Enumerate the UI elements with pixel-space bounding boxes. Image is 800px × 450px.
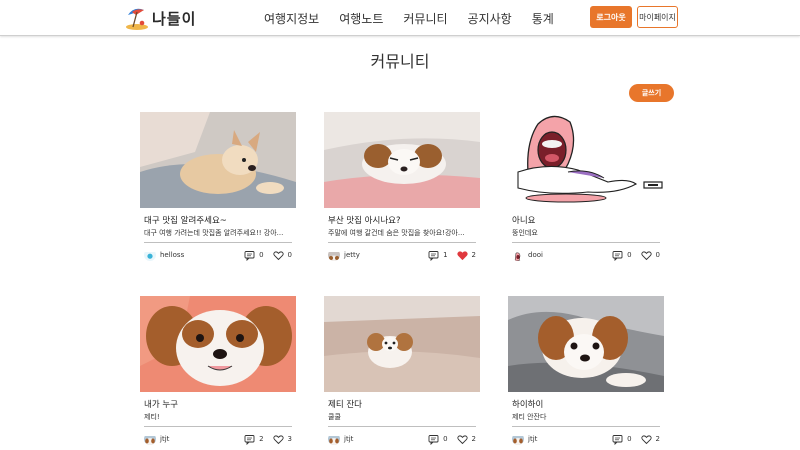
post-card[interactable]: 내가 누구 제티! jtjt 2 3 <box>140 296 296 448</box>
heart-icon[interactable] <box>640 250 652 261</box>
heart-icon[interactable] <box>640 434 652 445</box>
post-stats: 0 2 <box>428 432 476 446</box>
comment-count: 2 <box>259 435 264 443</box>
like-count: 3 <box>287 435 292 443</box>
user-avatar <box>328 249 340 261</box>
card-divider <box>328 426 476 427</box>
post-excerpt: 제티 안잔다 <box>512 413 547 421</box>
like-count: 2 <box>655 435 660 443</box>
post-thumbnail[interactable] <box>508 296 664 392</box>
post-thumbnail[interactable] <box>324 296 480 392</box>
post-card[interactable]: 아니요 뚱인데요 dooi 0 0 <box>508 112 664 264</box>
user-avatar <box>512 433 524 445</box>
like-count: 0 <box>287 251 292 259</box>
post-card[interactable]: 하이하이 제티 안잔다 jtjt 0 2 <box>508 296 664 448</box>
comment-count: 0 <box>627 251 632 259</box>
post-title[interactable]: 대구 맛집 알려주세요~ <box>144 214 227 226</box>
post-card[interactable]: 제티 잔다 쿨쿨 jtjt 0 2 <box>324 296 480 448</box>
site-logo[interactable]: 나들이 <box>124 4 196 32</box>
post-stats: 0 0 <box>612 248 660 262</box>
heart-icon[interactable] <box>272 250 284 261</box>
post-stats: 1 2 <box>428 248 476 262</box>
card-divider <box>328 242 476 243</box>
post-thumbnail[interactable] <box>324 112 480 208</box>
comment-count: 0 <box>443 435 448 443</box>
like-count: 2 <box>471 435 476 443</box>
author-name: jetty <box>344 251 360 259</box>
author-name: jtjt <box>344 435 354 443</box>
nav-item-notices[interactable]: 공지사항 <box>468 10 512 27</box>
author-name: jtjt <box>528 435 538 443</box>
card-divider <box>512 242 660 243</box>
post-author[interactable]: jtjt <box>144 432 169 446</box>
user-avatar <box>512 249 524 261</box>
heart-icon[interactable] <box>456 434 468 445</box>
page-title: 커뮤니티 <box>370 52 430 71</box>
post-excerpt: 쿨쿨 <box>328 413 341 421</box>
author-name: jtjt <box>160 435 170 443</box>
user-avatar <box>144 433 156 445</box>
post-author[interactable]: jtjt <box>512 432 537 446</box>
user-avatar <box>328 433 340 445</box>
post-author[interactable]: helloss <box>144 248 184 262</box>
comment-count: 0 <box>259 251 264 259</box>
comment-icon[interactable] <box>612 250 623 261</box>
post-excerpt: 대구 여행 가려는데 맛집좀 알려주세요!! 강아... <box>144 229 284 237</box>
comment-icon[interactable] <box>428 250 439 261</box>
post-excerpt: 뚱인데요 <box>512 229 538 237</box>
post-title[interactable]: 하이하이 <box>512 398 543 410</box>
comment-icon[interactable] <box>428 434 439 445</box>
nav-item-community[interactable]: 커뮤니티 <box>403 10 447 27</box>
write-post-button[interactable]: 글쓰기 <box>629 84 674 102</box>
heart-filled-icon[interactable] <box>456 250 468 261</box>
post-excerpt: 주말에 여행 갈건데 숨은 맛집을 찾아요!강아... <box>328 229 465 237</box>
post-author[interactable]: jetty <box>328 248 360 262</box>
post-title[interactable]: 부산 맛집 아시나요? <box>328 214 400 226</box>
post-stats: 2 3 <box>244 432 292 446</box>
post-title[interactable]: 제티 잔다 <box>328 398 362 410</box>
author-name: helloss <box>160 251 185 259</box>
post-author[interactable]: jtjt <box>328 432 353 446</box>
post-stats: 0 2 <box>612 432 660 446</box>
like-count: 2 <box>471 251 476 259</box>
nav-item-travel-notes[interactable]: 여행노트 <box>339 10 383 27</box>
card-divider <box>512 426 660 427</box>
post-stats: 0 0 <box>244 248 292 262</box>
post-thumbnail[interactable] <box>140 296 296 392</box>
logo-text: 나들이 <box>152 9 197 28</box>
post-thumbnail[interactable] <box>140 112 296 208</box>
comment-icon[interactable] <box>244 434 255 445</box>
post-card[interactable]: 부산 맛집 아시나요? 주말에 여행 갈건데 숨은 맛집을 찾아요!강아... … <box>324 112 480 264</box>
card-divider <box>144 242 292 243</box>
top-navigation-bar: 나들이 여행지정보 여행노트 커뮤니티 공지사항 통계 로그아웃 마이페이지 <box>0 0 800 36</box>
logout-button[interactable]: 로그아웃 <box>590 6 632 28</box>
beach-umbrella-icon <box>124 5 150 31</box>
comment-icon[interactable] <box>244 250 255 261</box>
post-card[interactable]: 대구 맛집 알려주세요~ 대구 여행 가려는데 맛집좀 알려주세요!! 강아..… <box>140 112 296 264</box>
comment-icon[interactable] <box>612 434 623 445</box>
mypage-button[interactable]: 마이페이지 <box>637 6 678 28</box>
nav-item-travel-info[interactable]: 여행지정보 <box>264 10 319 27</box>
card-divider <box>144 426 292 427</box>
like-count: 0 <box>655 251 660 259</box>
post-title[interactable]: 아니요 <box>512 214 535 226</box>
comment-count: 0 <box>627 435 632 443</box>
post-thumbnail[interactable] <box>508 112 664 208</box>
post-title[interactable]: 내가 누구 <box>144 398 178 410</box>
post-author[interactable]: dooi <box>512 248 543 262</box>
main-nav: 여행지정보 여행노트 커뮤니티 공지사항 통계 <box>264 0 574 36</box>
author-name: dooi <box>528 251 543 259</box>
user-avatar <box>144 249 156 261</box>
nav-item-statistics[interactable]: 통계 <box>532 10 554 27</box>
post-excerpt: 제티! <box>144 413 160 421</box>
heart-icon[interactable] <box>272 434 284 445</box>
comment-count: 1 <box>443 251 448 259</box>
